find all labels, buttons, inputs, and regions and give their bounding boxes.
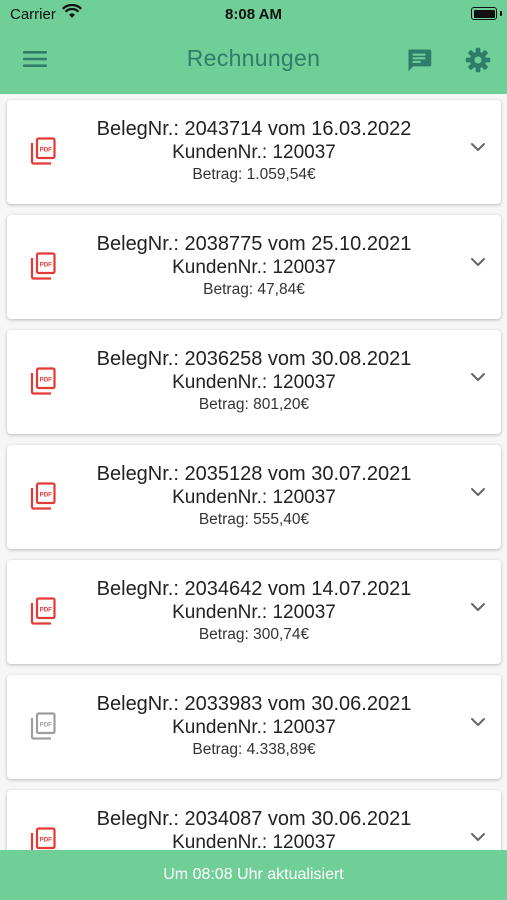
invoice-number: BelegNr.: 2034087 vom 30.06.2021 [96, 808, 412, 830]
customer-number: KundenNr.: 120037 [172, 142, 336, 163]
invoice-number: BelegNr.: 2043714 vom 16.03.2022 [96, 118, 412, 140]
invoice-details: BelegNr.: 2038775 vom 25.10.2021 KundenNr… [65, 232, 443, 301]
invoice-details: BelegNr.: 2043714 vom 16.03.2022 KundenNr… [65, 117, 443, 186]
pdf-icon[interactable]: PDF [29, 596, 57, 626]
battery-icon [471, 7, 497, 20]
app-header: Carrier 8:08 AM Rechnungen [0, 0, 507, 94]
update-status-text: Um 08:08 Uhr aktualisiert [163, 866, 344, 883]
customer-number: KundenNr.: 120037 [172, 602, 336, 623]
invoice-card[interactable]: PDF BelegNr.: 2033983 vom 30.06.2021 Kunde… [7, 675, 501, 779]
chevron-down-icon[interactable] [469, 828, 487, 846]
invoice-card[interactable]: PDF BelegNr.: 2043714 vom 16.03.2022 Kunde… [7, 100, 501, 204]
invoice-number: BelegNr.: 2034642 vom 14.07.2021 [96, 578, 412, 600]
invoice-details: BelegNr.: 2033983 vom 30.06.2021 KundenNr… [65, 692, 443, 761]
pdf-icon[interactable]: PDF [29, 136, 57, 166]
invoice-list[interactable]: PDF BelegNr.: 2043714 vom 16.03.2022 Kunde… [0, 94, 507, 850]
customer-number: KundenNr.: 120037 [172, 372, 336, 393]
invoice-details: BelegNr.: 2034642 vom 14.07.2021 KundenNr… [65, 577, 443, 646]
invoice-number: BelegNr.: 2035128 vom 30.07.2021 [96, 463, 412, 485]
status-time: 8:08 AM [225, 6, 282, 23]
invoice-amount: Betrag: 1.059,54€ [192, 166, 316, 183]
chevron-down-icon[interactable] [469, 253, 487, 271]
invoice-amount: Betrag: 300,74€ [198, 626, 310, 643]
chevron-down-icon[interactable] [469, 713, 487, 731]
invoice-amount: Betrag: 47,84€ [203, 281, 305, 298]
chevron-down-icon[interactable] [469, 483, 487, 501]
svg-text:PDF: PDF [40, 146, 53, 153]
pdf-icon[interactable]: PDF [29, 481, 57, 511]
svg-text:PDF: PDF [40, 261, 53, 268]
chevron-down-icon[interactable] [469, 368, 487, 386]
svg-text:PDF: PDF [40, 606, 53, 613]
chevron-down-icon[interactable] [469, 598, 487, 616]
invoice-card[interactable]: PDF BelegNr.: 2034642 vom 14.07.2021 Kunde… [7, 560, 501, 664]
invoice-details: BelegNr.: 2036258 vom 30.08.2021 KundenNr… [65, 347, 443, 416]
customer-number: KundenNr.: 120037 [172, 717, 336, 738]
invoice-card[interactable]: PDF BelegNr.: 2038775 vom 25.10.2021 Kunde… [7, 215, 501, 319]
customer-number: KundenNr.: 120037 [172, 832, 336, 850]
chevron-down-icon[interactable] [469, 138, 487, 156]
invoice-card[interactable]: PDF BelegNr.: 2035128 vom 30.07.2021 Kunde… [7, 445, 501, 549]
invoice-details: BelegNr.: 2035128 vom 30.07.2021 KundenNr… [65, 462, 443, 531]
invoice-amount: Betrag: 801,20€ [198, 396, 310, 413]
svg-text:PDF: PDF [40, 836, 53, 843]
invoice-number: BelegNr.: 2036258 vom 30.08.2021 [96, 348, 412, 370]
status-bar: Carrier 8:08 AM [0, 0, 507, 28]
invoice-amount: Betrag: 4.338,89€ [192, 741, 316, 758]
pdf-icon[interactable]: PDF [29, 826, 57, 850]
svg-text:PDF: PDF [40, 376, 53, 383]
customer-number: KundenNr.: 120037 [172, 257, 336, 278]
update-status-bar: Um 08:08 Uhr aktualisiert [0, 850, 507, 900]
invoice-number: BelegNr.: 2033983 vom 30.06.2021 [96, 693, 412, 715]
svg-text:PDF: PDF [40, 491, 53, 498]
invoice-card[interactable]: PDF BelegNr.: 2036258 vom 30.08.2021 Kunde… [7, 330, 501, 434]
invoice-amount: Betrag: 555,40€ [198, 511, 310, 528]
svg-text:PDF: PDF [40, 721, 53, 728]
gear-icon[interactable] [464, 46, 492, 74]
invoice-number: BelegNr.: 2038775 vom 25.10.2021 [96, 233, 412, 255]
invoice-card[interactable]: PDF BelegNr.: 2034087 vom 30.06.2021 Kunde… [7, 790, 501, 850]
battery-tip [500, 11, 502, 16]
pdf-icon[interactable]: PDF [29, 251, 57, 281]
invoice-details: BelegNr.: 2034087 vom 30.06.2021 KundenNr… [65, 807, 443, 850]
pdf-icon[interactable]: PDF [29, 366, 57, 396]
chat-icon[interactable] [405, 46, 433, 74]
customer-number: KundenNr.: 120037 [172, 487, 336, 508]
pdf-icon[interactable]: PDF [29, 711, 57, 741]
